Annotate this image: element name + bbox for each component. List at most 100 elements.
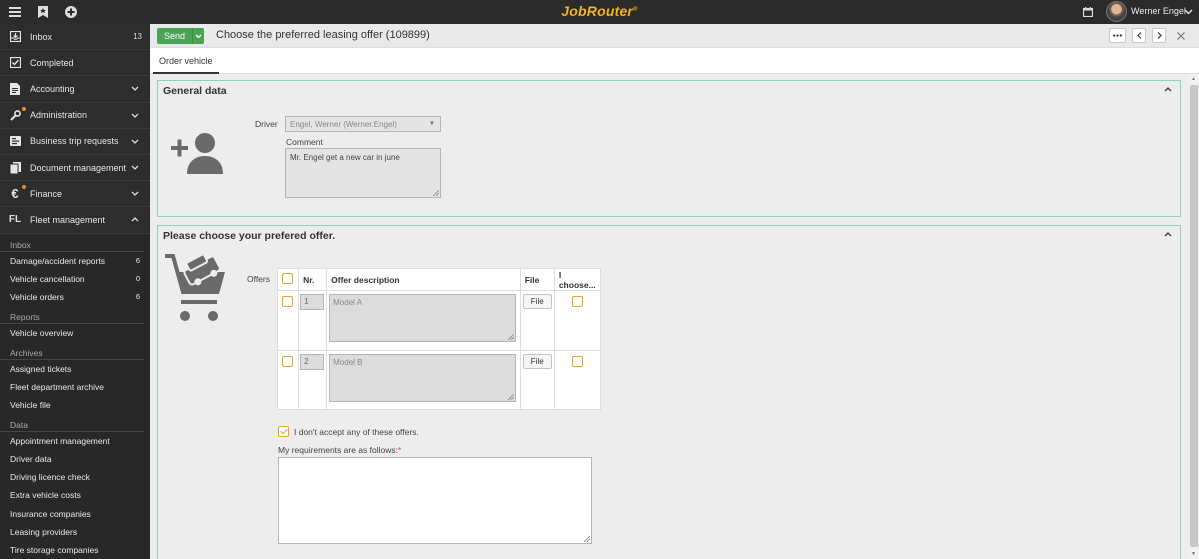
row-select-cell — [276, 350, 300, 410]
submenu-section-inbox: Inbox — [0, 234, 144, 252]
submenu-item-driving-licence-check[interactable]: Driving licence check — [0, 468, 150, 486]
choose-offer-checkbox[interactable] — [571, 356, 583, 367]
add-circle-icon[interactable] — [62, 3, 80, 21]
chevron-down-icon[interactable] — [128, 139, 142, 144]
file-cell: File — [519, 290, 555, 351]
fleet-management-icon: FL — [8, 214, 22, 226]
scroll-down-icon[interactable]: ▼ — [1191, 551, 1196, 557]
nr-field[interactable]: 2 — [300, 354, 325, 370]
table-header-row: Nr. Offer description File I choose... — [276, 268, 602, 291]
close-button[interactable] — [1174, 28, 1188, 43]
collapse-button[interactable] — [1163, 229, 1173, 239]
submenu-item-vehicle-orders[interactable]: Vehicle orders 6 — [0, 288, 150, 306]
offer-description-value: Model B — [333, 358, 363, 367]
offer-description-field[interactable]: Model B — [329, 354, 517, 402]
offer-description-field[interactable]: Model A — [329, 294, 517, 342]
row-select-checkbox[interactable] — [282, 296, 293, 307]
scrollbar-thumb[interactable] — [1190, 85, 1198, 547]
submenu-item-insurance-companies[interactable]: Insurance companies — [0, 505, 150, 523]
hamburger-menu-icon[interactable] — [6, 3, 24, 21]
submenu-item-label: Insurance companies — [10, 508, 91, 519]
submenu-item-label: Appointment management — [10, 436, 110, 447]
bookmark-icon[interactable] — [34, 3, 52, 21]
resize-grip-icon[interactable] — [433, 190, 439, 196]
driver-select-value: Engel, Werner (Werner.Engel) — [290, 120, 397, 129]
nr-cell: 2 — [298, 350, 328, 410]
trip-icon — [0, 136, 30, 147]
send-button[interactable]: Send — [157, 28, 192, 44]
submenu-item-vehicle-cancellation[interactable]: Vehicle cancellation 0 — [0, 270, 150, 288]
next-button[interactable] — [1152, 28, 1166, 43]
app-logo[interactable]: JobRouter® — [561, 3, 637, 19]
resize-grip-icon[interactable] — [508, 334, 515, 340]
previous-button[interactable] — [1132, 28, 1146, 43]
ellipsis-icon — [1113, 34, 1122, 37]
user-name[interactable]: Werner Engel — [1131, 6, 1186, 16]
chevron-down-icon[interactable] — [128, 113, 142, 118]
nr-field[interactable]: 1 — [300, 294, 325, 310]
submenu-item-vehicle-file[interactable]: Vehicle file — [0, 396, 150, 414]
row-select-checkbox[interactable] — [282, 356, 293, 367]
submenu-item-driver-data[interactable]: Driver data — [0, 450, 150, 468]
description-cell: Model B — [326, 350, 521, 410]
sidebar-item-accounting[interactable]: Accounting — [0, 76, 150, 103]
files-icon — [0, 161, 30, 174]
chevron-down-icon[interactable] — [128, 165, 142, 170]
calendar-icon[interactable] — [1079, 3, 1097, 21]
avatar[interactable] — [1106, 1, 1127, 22]
scroll-up-icon[interactable]: ▲ — [1191, 76, 1196, 82]
decline-offers-option[interactable]: I don't accept any of these offers. — [278, 426, 419, 437]
sidebar-item-label: Inbox — [30, 31, 53, 42]
submenu-item-label: Vehicle orders — [10, 291, 64, 302]
sidebar-item-fleet-management[interactable]: FL Fleet management — [0, 207, 150, 234]
submenu-item-leasing-providers[interactable]: Leasing providers — [0, 523, 150, 541]
file-button[interactable]: File — [522, 354, 552, 369]
comment-textarea[interactable]: Mr. Engel get a new car in june — [285, 148, 441, 198]
choose-cell — [553, 290, 602, 351]
chevron-down-icon[interactable] — [128, 191, 142, 197]
sidebar-item-administration[interactable]: Administration — [0, 103, 150, 129]
chevron-down-icon[interactable] — [128, 86, 142, 92]
submenu-item-tire-storage-companies[interactable]: Tire storage companies — [0, 541, 150, 559]
resize-grip-icon[interactable] — [584, 536, 590, 542]
submenu-item-assigned-tickets[interactable]: Assigned tickets — [0, 360, 150, 378]
submenu-item-vehicle-overview[interactable]: Vehicle overview — [0, 324, 150, 342]
select-all-checkbox[interactable] — [282, 273, 293, 284]
more-options-button[interactable] — [1109, 28, 1126, 43]
caret-down-icon: ▼ — [429, 121, 435, 127]
submenu-section-archives: Archives — [0, 342, 144, 360]
submenu-section-data: Data — [0, 414, 144, 433]
sidebar-item-finance[interactable]: € Finance — [0, 181, 150, 208]
resize-grip-icon[interactable] — [508, 394, 515, 400]
choose-offer-checkbox[interactable] — [571, 296, 583, 307]
tab-order-vehicle[interactable]: Order vehicle — [153, 48, 219, 74]
submenu-item-fleet-department-archive[interactable]: Fleet department archive — [0, 378, 150, 396]
chevron-up-icon[interactable] — [128, 217, 142, 222]
comment-value: Mr. Engel get a new car in june — [290, 153, 400, 162]
chevron-down-icon[interactable] — [1179, 3, 1197, 21]
decline-offers-checkbox[interactable] — [278, 426, 289, 437]
submenu-item-extra-vehicle-costs[interactable]: Extra vehicle costs — [0, 486, 150, 504]
submenu-item-damage-accident-reports[interactable]: Damage/accident reports 6 — [0, 252, 150, 270]
sidebar-item-label: Business trip requests — [30, 136, 119, 147]
sidebar-item-business-trip-requests[interactable]: Business trip requests — [0, 129, 150, 155]
collapse-button[interactable] — [1163, 84, 1173, 94]
requirements-textarea[interactable] — [278, 457, 592, 544]
submenu-count: 6 — [135, 292, 140, 302]
file-button[interactable]: File — [522, 294, 552, 309]
sidebar-item-label: Finance — [30, 188, 63, 199]
page-title: Choose the preferred leasing offer (1098… — [216, 29, 430, 41]
offers-table: Nr. Offer description File I choose... 1… — [276, 268, 602, 410]
sidebar-item-completed[interactable]: Completed — [0, 50, 150, 77]
wrench-icon — [0, 109, 30, 121]
submenu-item-appointment-management[interactable]: Appointment management — [0, 432, 150, 450]
column-header-i-choose: I choose... — [553, 268, 602, 291]
close-icon — [1177, 31, 1185, 40]
driver-select[interactable]: Engel, Werner (Werner.Engel) ▼ — [285, 116, 441, 132]
sidebar-item-document-management[interactable]: Document management — [0, 155, 150, 182]
requirements-label: My requirements are as follows:* — [278, 445, 401, 455]
send-dropdown-button[interactable] — [192, 28, 204, 44]
vertical-scrollbar[interactable]: ▲ ▼ — [1189, 74, 1199, 559]
sidebar-item-inbox[interactable]: Inbox 13 — [0, 24, 150, 51]
form-content: General data Driver Engel, Werner (Werne… — [150, 74, 1189, 559]
